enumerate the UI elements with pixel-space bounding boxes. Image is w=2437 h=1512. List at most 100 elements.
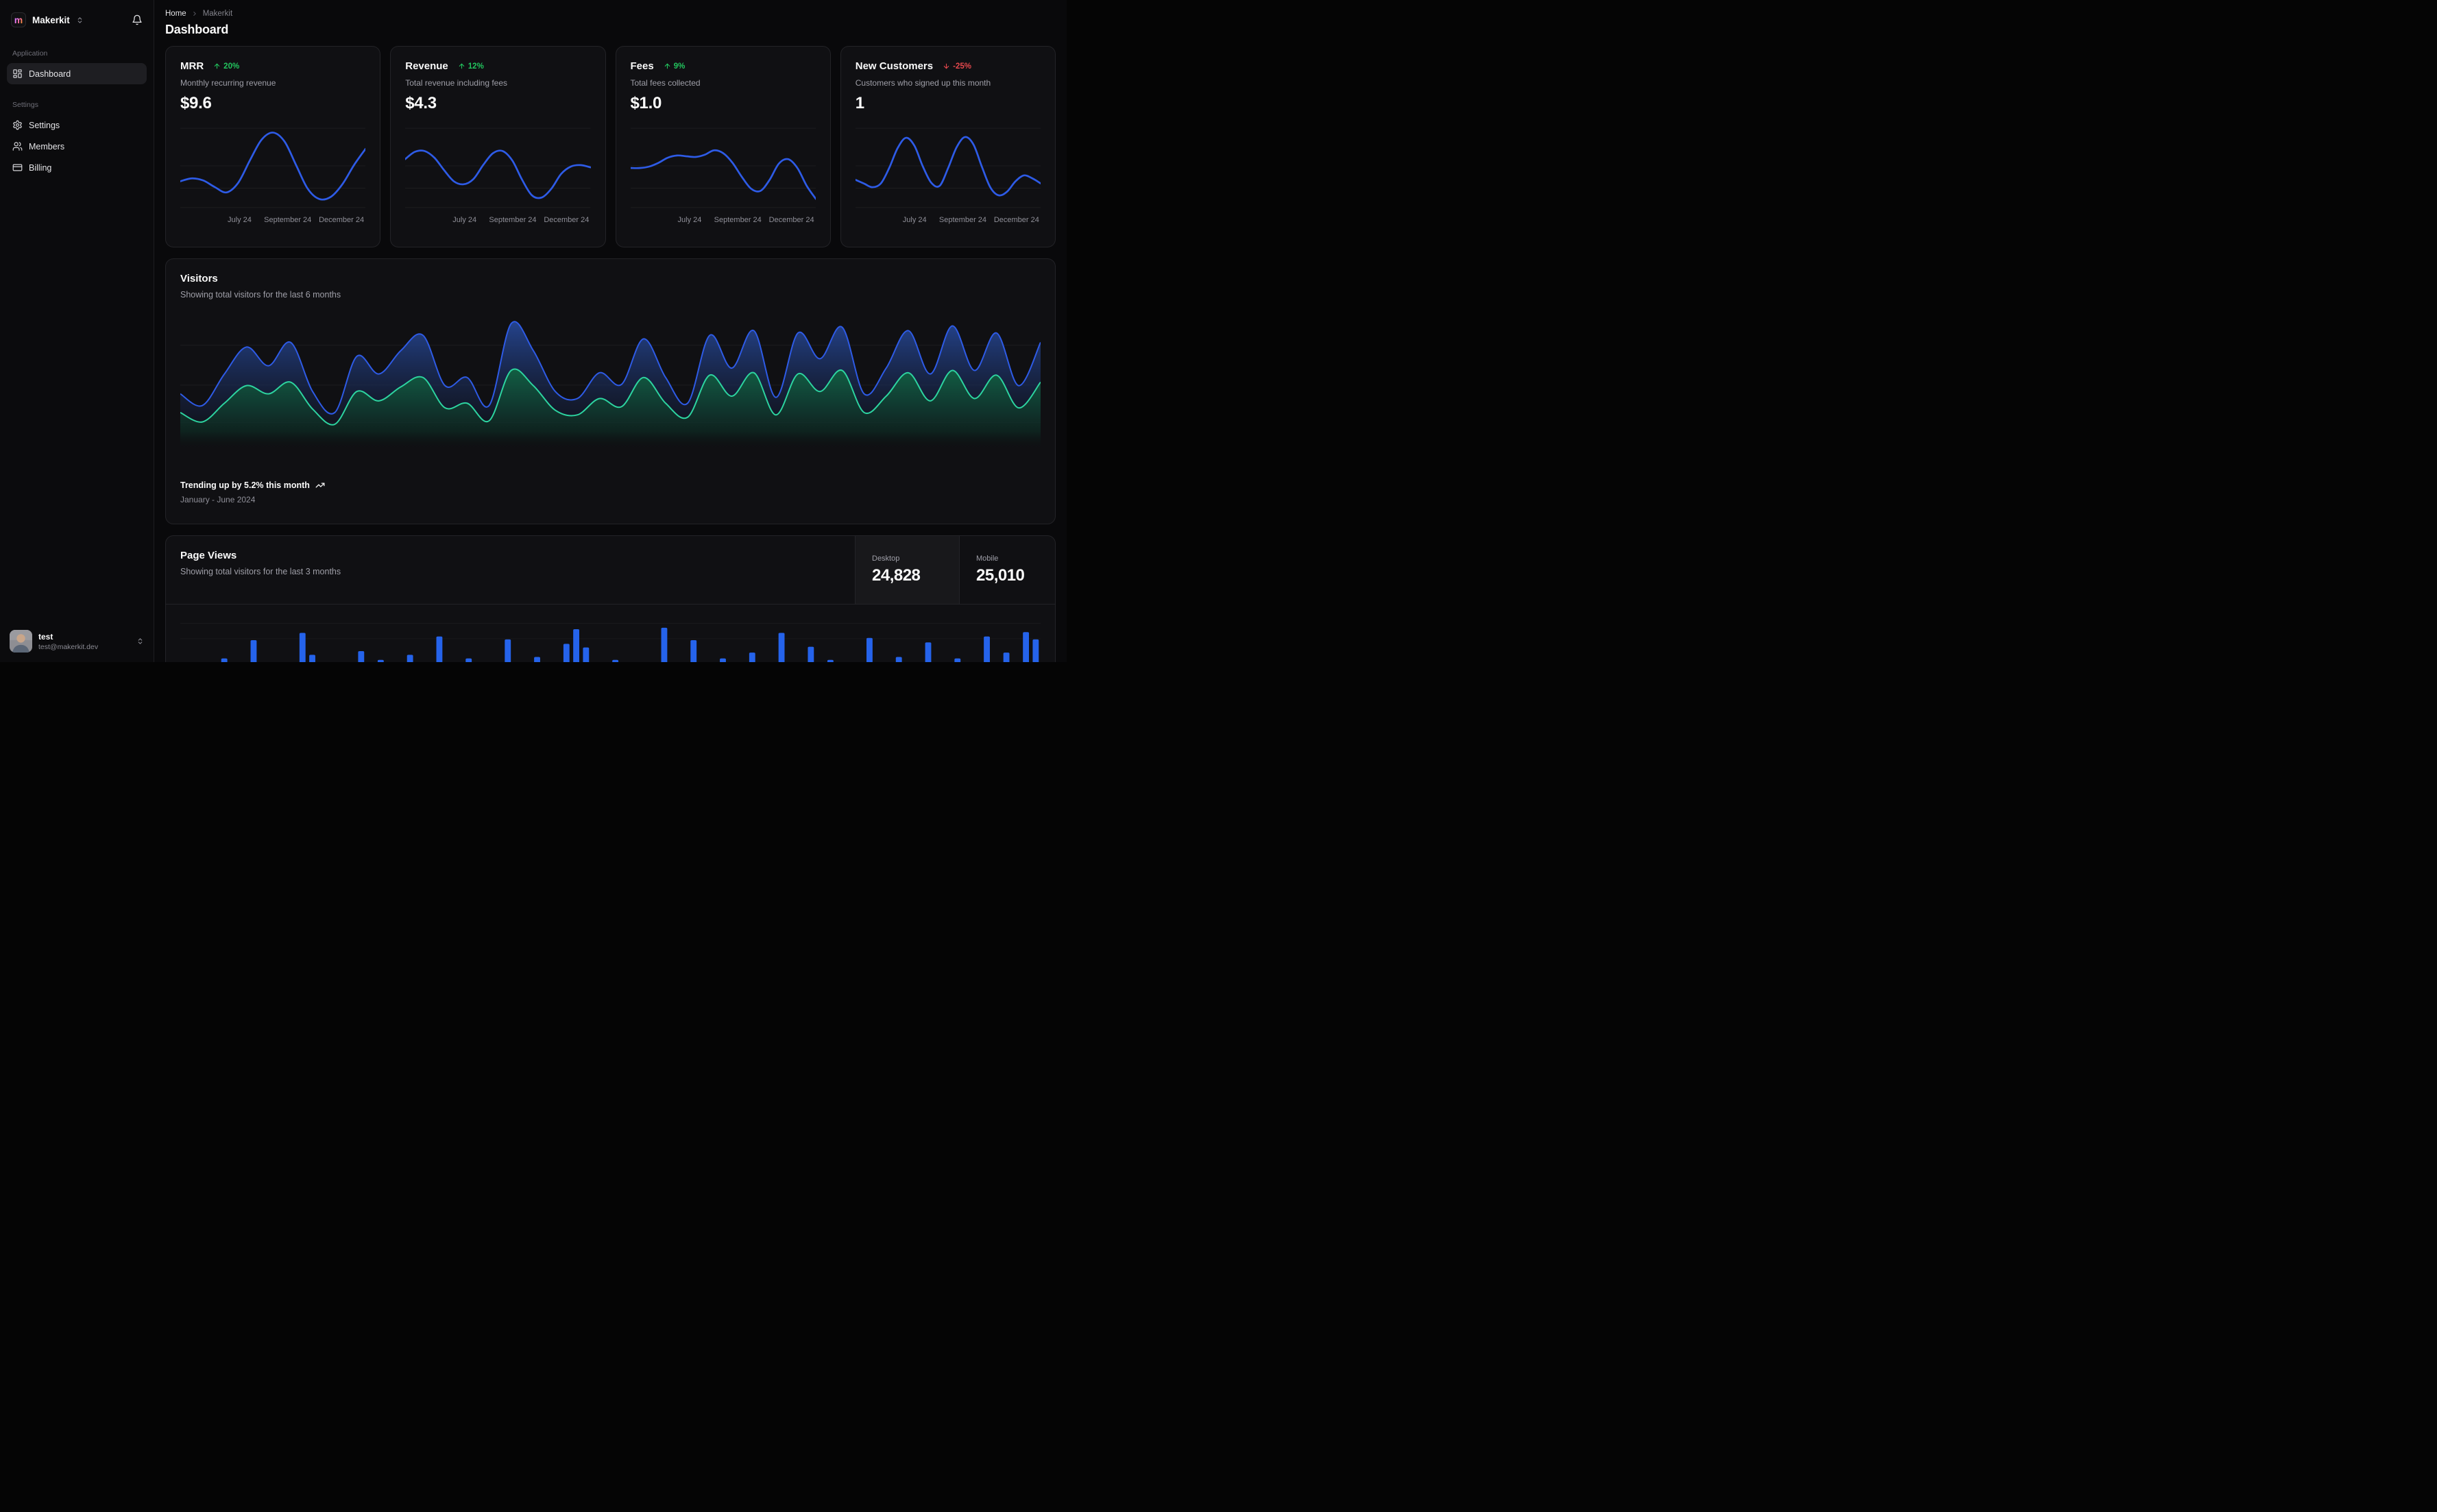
stat-title: New Customers xyxy=(855,60,934,72)
visitors-subtitle: Showing total visitors for the last 6 mo… xyxy=(180,290,341,300)
tab-desktop[interactable]: Desktop 24,828 xyxy=(855,536,959,604)
sparkline-x-axis: July 24 September 24 December 24 xyxy=(405,216,590,228)
visitors-title: Visitors xyxy=(180,273,218,284)
makerkit-logo: m xyxy=(11,12,26,27)
credit-card-icon xyxy=(12,162,23,173)
desktop-label: Desktop xyxy=(872,554,900,563)
user-menu[interactable]: test test@makerkit.dev xyxy=(7,626,147,654)
nav-section-label: Application xyxy=(12,49,48,58)
x-tick: September 24 xyxy=(938,216,987,224)
logo-letter: m xyxy=(14,14,23,25)
app-window: m Makerkit Application Dashboard Setting… xyxy=(0,0,1067,662)
chevrons-up-down-icon xyxy=(76,16,84,24)
breadcrumb: Home Makerkit xyxy=(165,10,1056,18)
new-customers-sparkline-chart xyxy=(856,121,1041,212)
sidebar-item-billing[interactable]: Billing xyxy=(7,157,147,178)
sidebar-item-label: Members xyxy=(29,141,65,151)
stat-card-new-customers: New Customers -25% Customers who signed … xyxy=(840,46,1056,247)
chevrons-up-down-icon xyxy=(136,637,144,645)
fees-sparkline-chart xyxy=(631,121,816,212)
trend-badge: 12% xyxy=(458,62,484,71)
desktop-value: 24,828 xyxy=(872,566,921,585)
breadcrumb-current: Makerkit xyxy=(202,10,233,18)
breadcrumb-home-link[interactable]: Home xyxy=(165,10,186,18)
sidebar-item-settings[interactable]: Settings xyxy=(7,114,147,136)
workspace-selector[interactable]: m Makerkit xyxy=(7,7,147,33)
revenue-sparkline-chart xyxy=(405,121,590,212)
visitors-card: Visitors Showing total visitors for the … xyxy=(165,258,1056,524)
workspace-name: Makerkit xyxy=(32,14,70,25)
x-tick: September 24 xyxy=(264,216,312,224)
x-tick: September 24 xyxy=(714,216,762,224)
x-tick: December 24 xyxy=(544,216,590,224)
stat-card-fees: Fees 9% Total fees collected $1.0 July 2… xyxy=(615,46,831,247)
arrow-down-icon xyxy=(943,63,949,69)
trending-up-icon xyxy=(315,483,325,488)
user-meta: test test@makerkit.dev xyxy=(38,632,98,651)
stat-cards-row: MRR 20% Monthly recurring revenue $9.6 J… xyxy=(165,46,1056,247)
sidebar-item-members[interactable]: Members xyxy=(7,136,147,157)
visitors-footer: Trending up by 5.2% this month January -… xyxy=(180,480,1041,504)
stat-value: $4.3 xyxy=(405,94,437,112)
x-tick: July 24 xyxy=(902,216,927,224)
stat-title: Revenue xyxy=(405,60,448,72)
x-tick: December 24 xyxy=(319,216,365,224)
trend-badge: 20% xyxy=(213,62,239,71)
stat-value: 1 xyxy=(855,94,864,112)
gear-icon xyxy=(12,120,23,130)
nav-section-settings: Settings Settings Members Billing xyxy=(7,101,147,178)
dashboard-grid-icon xyxy=(12,69,23,79)
sidebar-item-label: Dashboard xyxy=(29,69,71,79)
page-title: Dashboard xyxy=(165,23,229,36)
user-email: test@makerkit.dev xyxy=(38,642,99,651)
sidebar-item-label: Billing xyxy=(29,162,52,173)
notifications-bell-icon[interactable] xyxy=(132,14,143,25)
stat-value: $1.0 xyxy=(630,94,662,112)
x-tick: December 24 xyxy=(993,216,1039,224)
visitors-date-range: January - June 2024 xyxy=(180,495,256,504)
sparkline-x-axis: July 24 September 24 December 24 xyxy=(180,216,365,228)
sidebar: m Makerkit Application Dashboard Setting… xyxy=(0,0,154,662)
page-views-bar-chart xyxy=(166,605,1055,662)
user-name: test xyxy=(38,631,53,642)
sparkline-x-axis: July 24 September 24 December 24 xyxy=(856,216,1041,228)
stat-subtitle: Total fees collected xyxy=(630,78,701,88)
stat-card-mrr: MRR 20% Monthly recurring revenue $9.6 J… xyxy=(165,46,381,247)
users-icon xyxy=(12,141,23,151)
stat-value: $9.6 xyxy=(180,94,212,112)
stat-title: Fees xyxy=(630,60,654,72)
page-views-title: Page Views xyxy=(180,550,237,561)
sidebar-item-dashboard[interactable]: Dashboard xyxy=(7,63,147,84)
page-views-header: Page Views Showing total visitors for th… xyxy=(166,536,1055,605)
mobile-value: 25,010 xyxy=(976,566,1025,585)
sidebar-nav: Application Dashboard Settings Settings xyxy=(7,49,147,626)
visitors-area-chart xyxy=(180,316,1041,449)
trend-badge: 9% xyxy=(664,62,685,71)
arrow-up-icon xyxy=(459,63,465,69)
mobile-label: Mobile xyxy=(976,554,999,563)
x-tick: December 24 xyxy=(768,216,814,224)
stat-subtitle: Total revenue including fees xyxy=(405,78,508,88)
arrow-up-icon xyxy=(214,63,220,69)
main-content: Home Makerkit Dashboard MRR 20% Monthly … xyxy=(154,0,1067,662)
page-views-subtitle: Showing total visitors for the last 3 mo… xyxy=(180,567,341,576)
nav-section-application: Application Dashboard xyxy=(7,49,147,84)
arrow-up-icon xyxy=(664,63,670,69)
stat-subtitle: Customers who signed up this month xyxy=(855,78,991,88)
page-views-card: Page Views Showing total visitors for th… xyxy=(165,535,1056,662)
sidebar-item-label: Settings xyxy=(29,120,60,130)
trend-badge: -25% xyxy=(943,62,971,71)
mrr-sparkline-chart xyxy=(180,121,365,212)
x-tick: September 24 xyxy=(489,216,537,224)
x-tick: July 24 xyxy=(228,216,252,224)
stat-title: MRR xyxy=(180,60,204,72)
sparkline-x-axis: July 24 September 24 December 24 xyxy=(631,216,816,228)
stat-subtitle: Monthly recurring revenue xyxy=(180,78,276,88)
x-tick: July 24 xyxy=(677,216,702,224)
x-tick: July 24 xyxy=(452,216,477,224)
stat-card-revenue: Revenue 12% Total revenue including fees… xyxy=(390,46,606,247)
user-avatar xyxy=(10,630,32,653)
tab-mobile[interactable]: Mobile 25,010 xyxy=(959,536,1055,604)
visitors-trend-text: Trending up by 5.2% this month xyxy=(180,480,310,490)
chevron-right-icon xyxy=(191,10,198,17)
